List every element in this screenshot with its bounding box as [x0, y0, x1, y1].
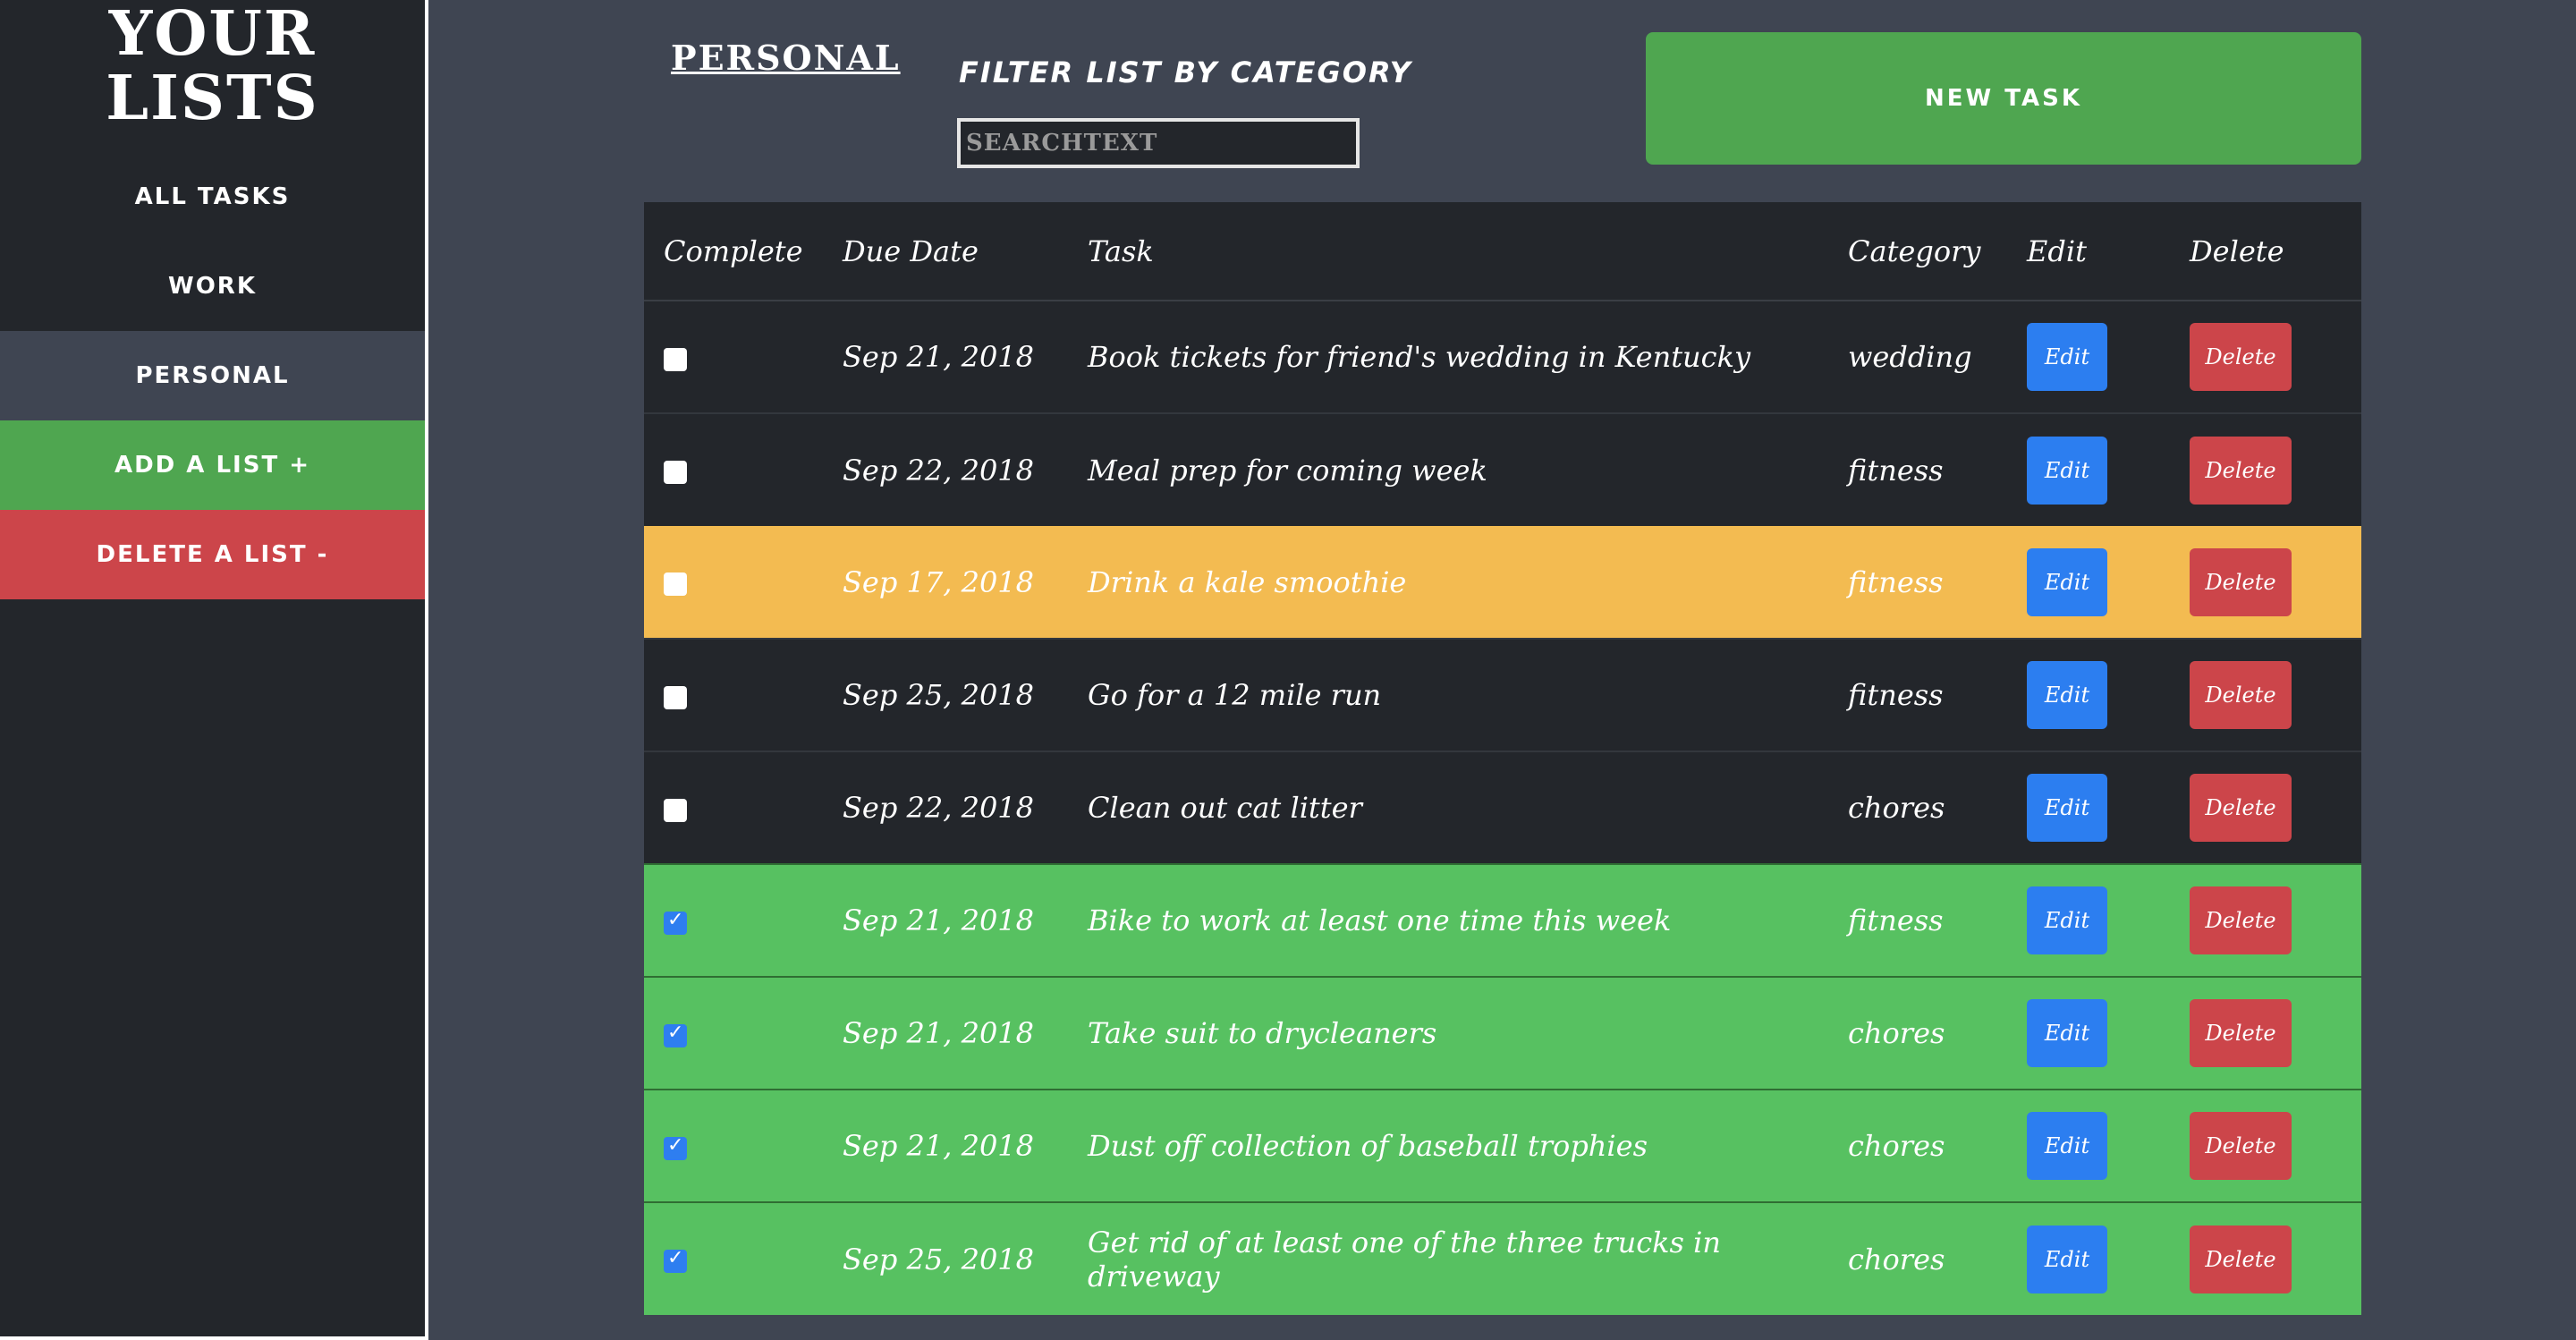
edit-button[interactable]: Edit: [2027, 1225, 2107, 1293]
column-header-complete: Complete: [644, 202, 843, 301]
table-row: Sep 17, 2018 Drink a kale smoothie fitness…: [644, 526, 2361, 639]
task-cell: Dust off collection of baseball trophies: [1088, 1129, 1648, 1163]
category-cell: chores: [1848, 1242, 1945, 1276]
delete-button[interactable]: Delete: [2190, 547, 2292, 616]
sidebar: Your Lists All Tasks Work Personal Add a…: [0, 0, 428, 1340]
complete-checkbox[interactable]: [664, 909, 687, 935]
due-date-cell: Sep 22, 2018: [843, 453, 1035, 488]
new-task-button[interactable]: New Task: [1646, 32, 2361, 165]
table-row: Sep 22, 2018 Meal prep for coming week fit…: [644, 413, 2361, 526]
due-date-cell: Sep 22, 2018: [843, 791, 1035, 825]
table-row: Sep 21, 2018 Dust off collection of baseb…: [644, 1090, 2361, 1202]
category-cell: fitness: [1848, 678, 1944, 712]
delete-button[interactable]: Delete: [2190, 1112, 2292, 1180]
delete-button[interactable]: Delete: [2190, 886, 2292, 954]
task-table: Complete Due Date Task Category Edit Del…: [644, 202, 2361, 1315]
add-list-button[interactable]: Add a List +: [0, 420, 425, 510]
category-cell: fitness: [1848, 903, 1944, 937]
edit-button[interactable]: Edit: [2027, 999, 2107, 1067]
column-header-task: Task: [1088, 202, 1848, 301]
delete-button[interactable]: Delete: [2190, 1225, 2292, 1293]
complete-checkbox[interactable]: [664, 798, 687, 822]
category-cell: chores: [1848, 791, 1945, 825]
due-date-cell: Sep 21, 2018: [843, 340, 1035, 374]
task-cell: Take suit to drycleaners: [1088, 1016, 1437, 1050]
complete-checkbox[interactable]: [664, 1134, 687, 1160]
category-cell: chores: [1848, 1129, 1945, 1163]
due-date-cell: Sep 21, 2018: [843, 1129, 1035, 1163]
table-row: Sep 21, 2018 Take suit to drycleaners chor…: [644, 977, 2361, 1090]
table-body: Sep 21, 2018 Book tickets for friend's we…: [644, 301, 2361, 1315]
table-row: Sep 25, 2018 Get rid of at least one of t…: [644, 1202, 2361, 1315]
table-header-row: Complete Due Date Task Category Edit Del…: [644, 202, 2361, 301]
filter-label: Filter List by Category: [959, 55, 1412, 89]
column-header-edit: Edit: [2027, 202, 2190, 301]
category-cell: wedding: [1848, 340, 1972, 374]
sidebar-item-personal[interactable]: Personal: [0, 331, 425, 420]
edit-button[interactable]: Edit: [2027, 1112, 2107, 1180]
column-header-due-date: Due Date: [843, 202, 1088, 301]
complete-checkbox[interactable]: [664, 685, 687, 709]
edit-button[interactable]: Edit: [2027, 323, 2107, 391]
complete-checkbox[interactable]: [664, 1247, 687, 1273]
task-cell: Book tickets for friend's wedding in Ken…: [1088, 340, 1751, 374]
due-date-cell: Sep 25, 2018: [843, 678, 1035, 712]
list-title: Personal: [671, 38, 901, 78]
task-cell: Meal prep for coming week: [1088, 453, 1487, 488]
edit-button[interactable]: Edit: [2027, 886, 2107, 954]
delete-button[interactable]: Delete: [2190, 323, 2292, 391]
complete-checkbox[interactable]: [664, 347, 687, 371]
sidebar-item-all-tasks[interactable]: All Tasks: [0, 152, 425, 242]
due-date-cell: Sep 25, 2018: [843, 1242, 1035, 1276]
delete-button[interactable]: Delete: [2190, 436, 2292, 505]
sidebar-item-work[interactable]: Work: [0, 242, 425, 331]
complete-checkbox[interactable]: [664, 461, 687, 484]
delete-button[interactable]: Delete: [2190, 999, 2292, 1067]
edit-button[interactable]: Edit: [2027, 547, 2107, 616]
delete-button[interactable]: Delete: [2190, 774, 2292, 842]
category-cell: fitness: [1848, 564, 1944, 599]
edit-button[interactable]: Edit: [2027, 774, 2107, 842]
brand-line-1: Your: [108, 0, 317, 70]
due-date-cell: Sep 21, 2018: [843, 903, 1035, 937]
table-row: Sep 21, 2018 Book tickets for friend's we…: [644, 301, 2361, 413]
task-cell: Get rid of at least one of the three tru…: [1088, 1225, 1721, 1293]
table-row: Sep 21, 2018 Bike to work at least one ti…: [644, 864, 2361, 977]
due-date-cell: Sep 17, 2018: [843, 564, 1035, 599]
column-header-category: Category: [1848, 202, 2027, 301]
table-row: Sep 22, 2018 Clean out cat litter chores Ed…: [644, 751, 2361, 864]
delete-button[interactable]: Delete: [2190, 661, 2292, 729]
complete-checkbox[interactable]: [664, 1022, 687, 1047]
edit-button[interactable]: Edit: [2027, 436, 2107, 505]
brand-line-2: Lists: [106, 63, 319, 134]
table-row: Sep 25, 2018 Go for a 12 mile run fitness E…: [644, 639, 2361, 751]
column-header-delete: Delete: [2190, 202, 2361, 301]
search-input[interactable]: [957, 118, 1360, 168]
task-cell: Drink a kale smoothie: [1088, 564, 1407, 599]
category-cell: chores: [1848, 1016, 1945, 1050]
task-cell: Bike to work at least one time this week: [1088, 903, 1672, 937]
complete-checkbox[interactable]: [664, 572, 687, 596]
app-brand: Your Lists: [0, 0, 425, 131]
edit-button[interactable]: Edit: [2027, 661, 2107, 729]
delete-list-button[interactable]: Delete a List -: [0, 510, 425, 599]
sidebar-nav: All Tasks Work Personal Add a List + Del…: [0, 152, 425, 599]
task-cell: Go for a 12 mile run: [1088, 678, 1382, 712]
due-date-cell: Sep 21, 2018: [843, 1016, 1035, 1050]
category-cell: fitness: [1848, 453, 1944, 488]
task-cell: Clean out cat litter: [1088, 791, 1362, 825]
